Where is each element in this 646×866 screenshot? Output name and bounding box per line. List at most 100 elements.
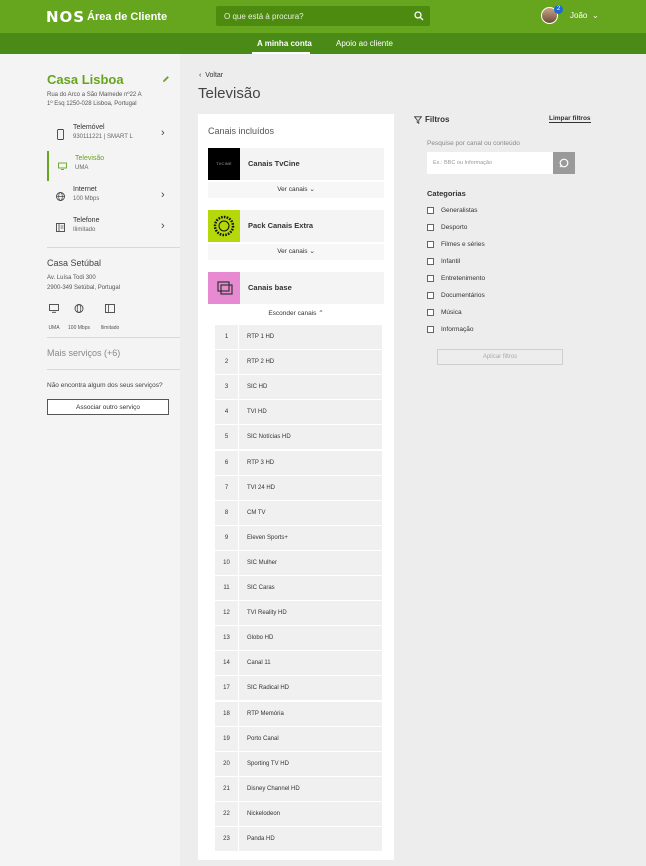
channel-number: 11 xyxy=(215,576,239,600)
table-row: 5 SIC Notícias HD xyxy=(215,425,382,450)
phone-icon xyxy=(105,304,115,313)
toggle-label: Ver canais xyxy=(277,186,308,193)
sidebar-item-tv[interactable]: Televisão UMA xyxy=(47,151,180,181)
chevron-down-icon[interactable]: ⌄ xyxy=(592,11,599,20)
checkbox[interactable] xyxy=(427,258,434,265)
address-line: Av. Luísa Todi 300 xyxy=(47,275,96,281)
table-row: 8 CM TV xyxy=(215,500,382,525)
associate-service-button[interactable]: Associar outro serviço xyxy=(47,399,169,415)
table-row: 6 RTP 3 HD xyxy=(215,450,382,475)
apply-filters-button[interactable]: Aplicar filtros xyxy=(437,349,563,365)
channel-number: 19 xyxy=(215,726,239,751)
toggle-label: Esconder canais xyxy=(268,310,317,317)
channel-name: CM TV xyxy=(247,509,266,516)
sub-navigation: A minha conta Apoio ao cliente xyxy=(0,33,646,54)
service-name: Internet xyxy=(73,186,97,193)
table-row: 2 RTP 2 HD xyxy=(215,350,382,375)
channel-number: 18 xyxy=(215,701,239,726)
search-icon[interactable] xyxy=(414,11,424,21)
user-name[interactable]: João xyxy=(570,11,587,20)
table-row: 20 Sporting TV HD xyxy=(215,751,382,776)
category-label: Generalistas xyxy=(441,207,478,214)
service-detail: 100 Mbps xyxy=(73,196,100,202)
mobile-icon xyxy=(57,129,64,140)
hide-channels-button[interactable]: Esconder canais ⌃ xyxy=(208,306,384,322)
divider xyxy=(47,369,180,370)
nos-logo[interactable]: NOS xyxy=(46,8,85,26)
channel-name: SIC Radical HD xyxy=(247,685,290,692)
mini-service-label: UMA xyxy=(48,325,60,331)
show-channels-button[interactable]: Ver canais ⌄ xyxy=(208,182,384,198)
checkbox[interactable] xyxy=(427,275,434,282)
mini-service-tv[interactable]: UMA xyxy=(47,304,61,334)
more-services-link[interactable]: Mais serviços (+6) xyxy=(47,348,120,358)
chevron-right-icon: › xyxy=(161,189,165,201)
table-row: 23 Panda HD xyxy=(215,827,382,851)
channel-name: Porto Canal xyxy=(247,735,279,742)
second-home-title[interactable]: Casa Setúbal xyxy=(47,258,101,268)
channel-number: 13 xyxy=(215,626,239,651)
service-name: Televisão xyxy=(75,155,105,162)
clear-filters-link[interactable]: Limpar filtros xyxy=(549,115,591,123)
back-link[interactable]: ‹ Voltar xyxy=(199,72,223,79)
mini-service-internet[interactable]: 100 Mbps xyxy=(66,304,92,334)
channel-number: 3 xyxy=(215,375,239,400)
channel-name: SIC Caras xyxy=(247,585,275,591)
channel-name: RTP 1 HD xyxy=(247,334,275,340)
tv-icon xyxy=(49,304,59,313)
channel-number: 2 xyxy=(215,350,239,375)
globe-icon xyxy=(74,304,84,313)
checkbox[interactable] xyxy=(427,241,434,248)
channel-name: Panda HD xyxy=(247,836,275,842)
table-row: 11 SIC Caras xyxy=(215,576,382,600)
checkbox[interactable] xyxy=(427,207,434,214)
channel-name: Sporting TV HD xyxy=(247,760,289,767)
global-search-input[interactable] xyxy=(216,6,406,26)
show-channels-button[interactable]: Ver canais ⌄ xyxy=(208,244,384,260)
toggle-label: Ver canais xyxy=(277,248,308,255)
channel-number: 22 xyxy=(215,801,239,826)
channel-number: 14 xyxy=(215,651,239,676)
channel-number: 9 xyxy=(215,525,239,550)
service-name: Telemóvel xyxy=(73,124,105,131)
globe-icon xyxy=(56,192,65,201)
mini-service-label: Ilimitado xyxy=(100,325,120,331)
sidebar-item-phone[interactable]: Telefone Ilimitado › xyxy=(47,213,180,243)
checkbox[interactable] xyxy=(427,309,434,316)
channel-number: 12 xyxy=(215,601,239,626)
tab-my-account[interactable]: A minha conta xyxy=(257,39,312,48)
category-label: Música xyxy=(441,309,462,316)
help-text: Não encontra algum dos seus serviços? xyxy=(47,382,163,389)
channel-name: SIC Notícias HD xyxy=(247,434,291,441)
channel-search-button[interactable] xyxy=(553,152,575,174)
channel-name: Disney Channel HD xyxy=(247,785,300,792)
channel-name: TVI Reality HD xyxy=(247,610,287,617)
notification-badge: 2 xyxy=(554,5,563,14)
checkbox[interactable] xyxy=(427,326,434,333)
global-search xyxy=(216,6,430,26)
active-tab-indicator xyxy=(252,52,310,54)
channel-name: Globo HD xyxy=(247,635,274,642)
checkbox[interactable] xyxy=(427,292,434,299)
base-channels-logo xyxy=(208,272,240,304)
table-row: 19 Porto Canal xyxy=(215,726,382,751)
tab-customer-support[interactable]: Apoio ao cliente xyxy=(336,39,393,48)
channel-name: RTP 2 HD xyxy=(247,359,275,366)
filter-icon xyxy=(414,116,422,124)
package-extra: Pack Canais Extra xyxy=(208,210,384,242)
pencil-icon[interactable] xyxy=(162,75,170,83)
home-title: Casa Lisboa xyxy=(47,72,124,87)
channel-name: Nickelodeon xyxy=(247,810,281,817)
checkbox[interactable] xyxy=(427,224,434,231)
filter-search-label: Pesquise por canal ou conteúdo xyxy=(427,140,520,147)
package-name: Canais TvCine xyxy=(248,159,300,168)
channel-number: 20 xyxy=(215,751,239,776)
mini-service-phone[interactable]: Ilimitado xyxy=(97,304,123,334)
table-row: 21 Disney Channel HD xyxy=(215,776,382,801)
sidebar-item-internet[interactable]: Internet 100 Mbps › xyxy=(47,182,180,212)
package-name: Pack Canais Extra xyxy=(248,221,314,230)
table-row: 17 SIC Radical HD xyxy=(215,676,382,701)
channel-search-input[interactable] xyxy=(427,152,553,174)
table-row: 1 RTP 1 HD xyxy=(215,325,382,349)
sidebar-item-mobile[interactable]: Telemóvel 930111221 | SMART L › xyxy=(47,120,180,150)
